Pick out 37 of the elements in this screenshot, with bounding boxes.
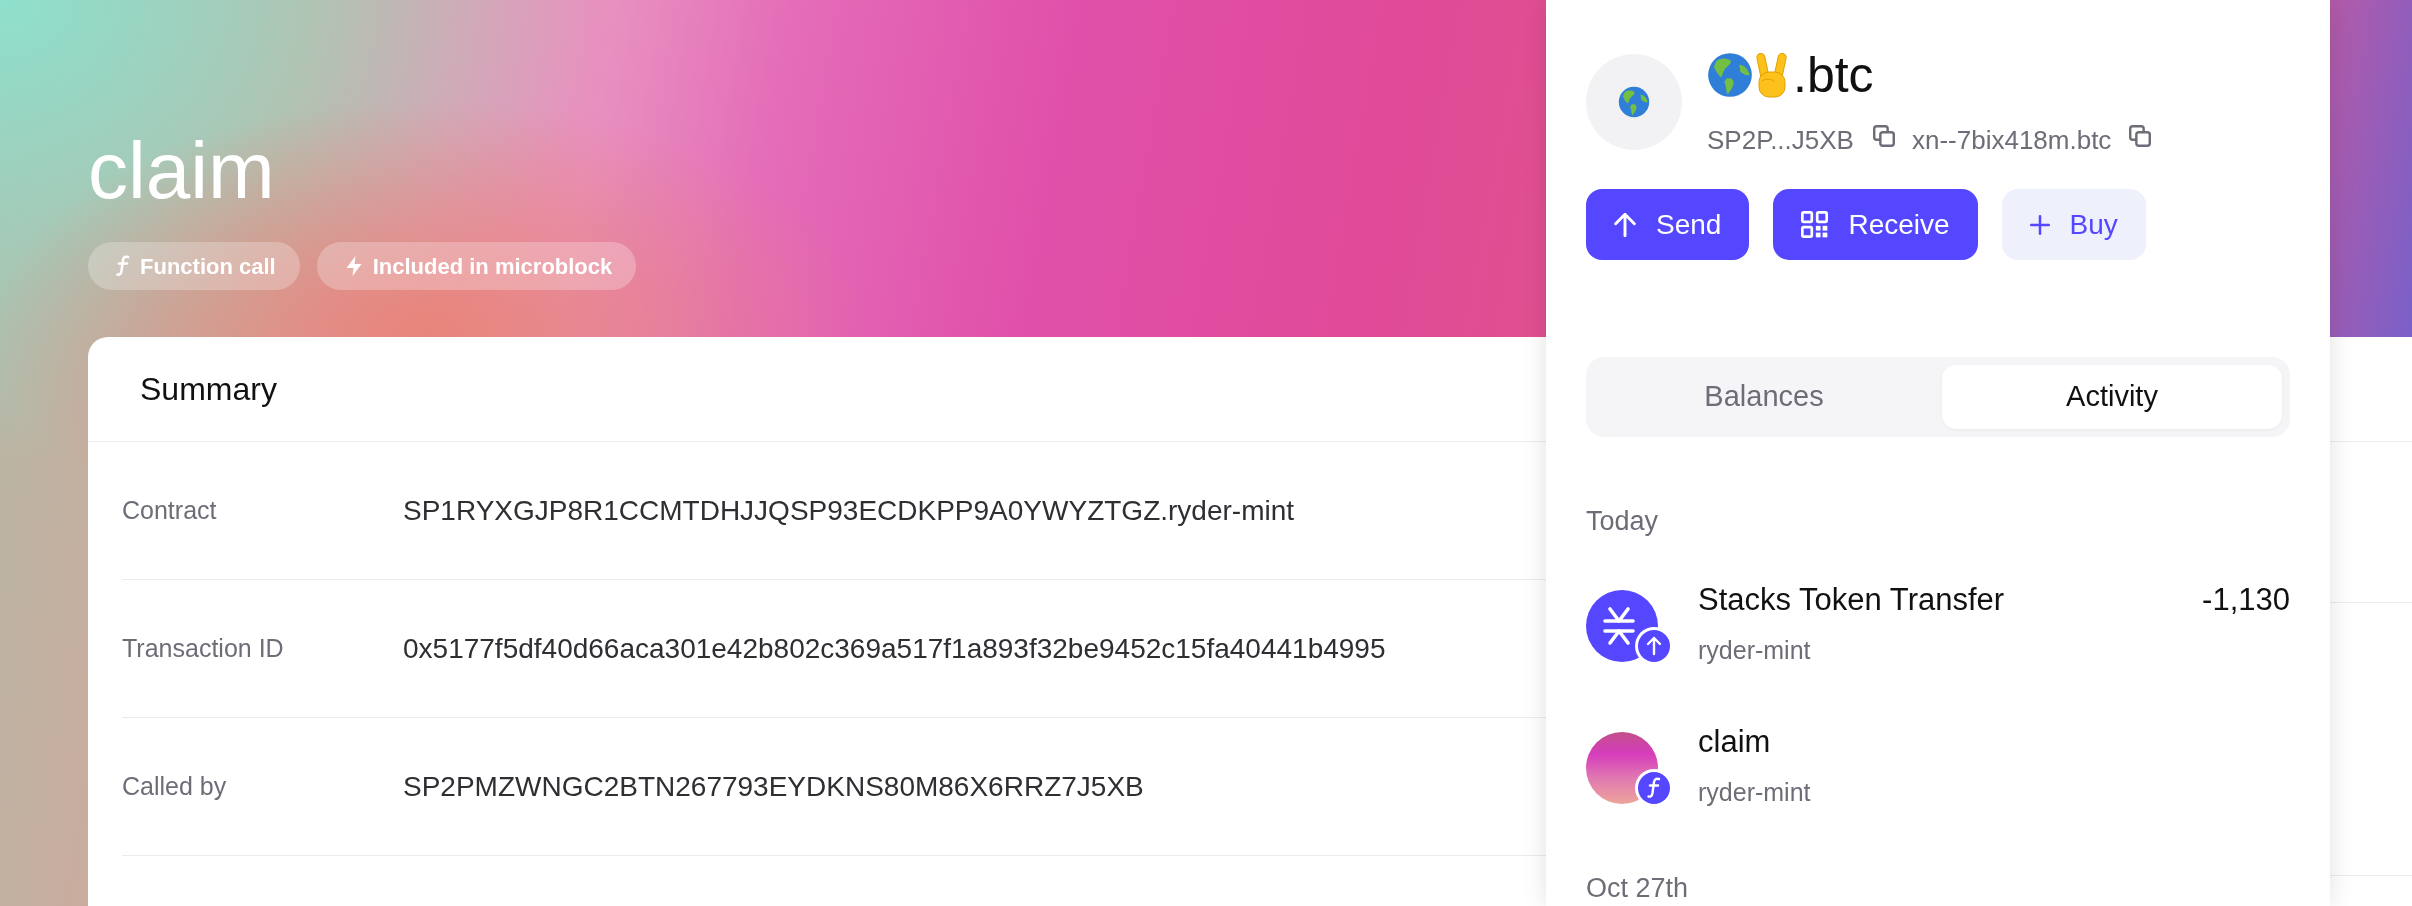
activity-amount: -1,130 xyxy=(2202,582,2290,618)
field-value: SP1RYXGJP8R1CCMTDHJJQSP93ECDKPP9A0YWYZTGZ.ryder-mint xyxy=(403,493,1295,528)
field-label: Contract xyxy=(122,494,218,526)
copy-icon[interactable] xyxy=(1872,125,1895,147)
receive-button[interactable]: Receive xyxy=(1773,189,1978,260)
plus-icon xyxy=(2029,214,2050,235)
tab[interactable]: Activity xyxy=(1942,365,2282,429)
lightning-icon xyxy=(344,255,363,277)
send-button[interactable]: Send xyxy=(1586,189,1750,260)
activity-subtitle: ryder-mint xyxy=(1698,777,1811,807)
globe-icon xyxy=(1707,52,1753,98)
activity-title: claim xyxy=(1698,724,1771,760)
function-icon xyxy=(116,254,130,278)
peace-hand-icon xyxy=(1755,51,1789,99)
card-title: Summary xyxy=(140,370,277,409)
field-label: Called by xyxy=(122,770,228,802)
copy-icon[interactable] xyxy=(2129,125,2152,147)
arrow-up-icon xyxy=(1614,212,1636,237)
tag-label: Included in microblock xyxy=(372,252,613,281)
domain-name: xn--7bix418m.btc xyxy=(1911,123,2112,157)
function-badge-icon xyxy=(1635,769,1673,807)
wallet-address: SP2P...J5XB xyxy=(1707,123,1854,157)
field-value: SP2PMZWNGC2BTN267793EYDKNS80M86X6RRZ7J5XB xyxy=(403,769,1144,804)
activity-subtitle: ryder-mint xyxy=(1698,635,1811,665)
buy-button[interactable]: Buy xyxy=(2001,189,2146,260)
qr-code-icon xyxy=(1801,211,1829,238)
arrow-up-badge-icon xyxy=(1635,627,1673,665)
activity-title: Stacks Token Transfer xyxy=(1698,582,2005,618)
field-label: Transaction ID xyxy=(122,632,285,664)
date-heading: Oct 27th xyxy=(1586,872,1689,904)
tab[interactable]: Balances xyxy=(1594,365,1934,429)
date-heading: Today xyxy=(1586,505,1659,537)
globe-avatar-icon xyxy=(1586,53,1682,150)
page-title: claim xyxy=(88,131,275,211)
tag-label: Function call xyxy=(140,252,276,281)
wallet-name: .btc xyxy=(1793,50,1874,100)
field-value: 0x5177f5df40d66aca301e42b802c369a517f1a893f32be9452c15fa40441b4995 xyxy=(403,631,1386,666)
